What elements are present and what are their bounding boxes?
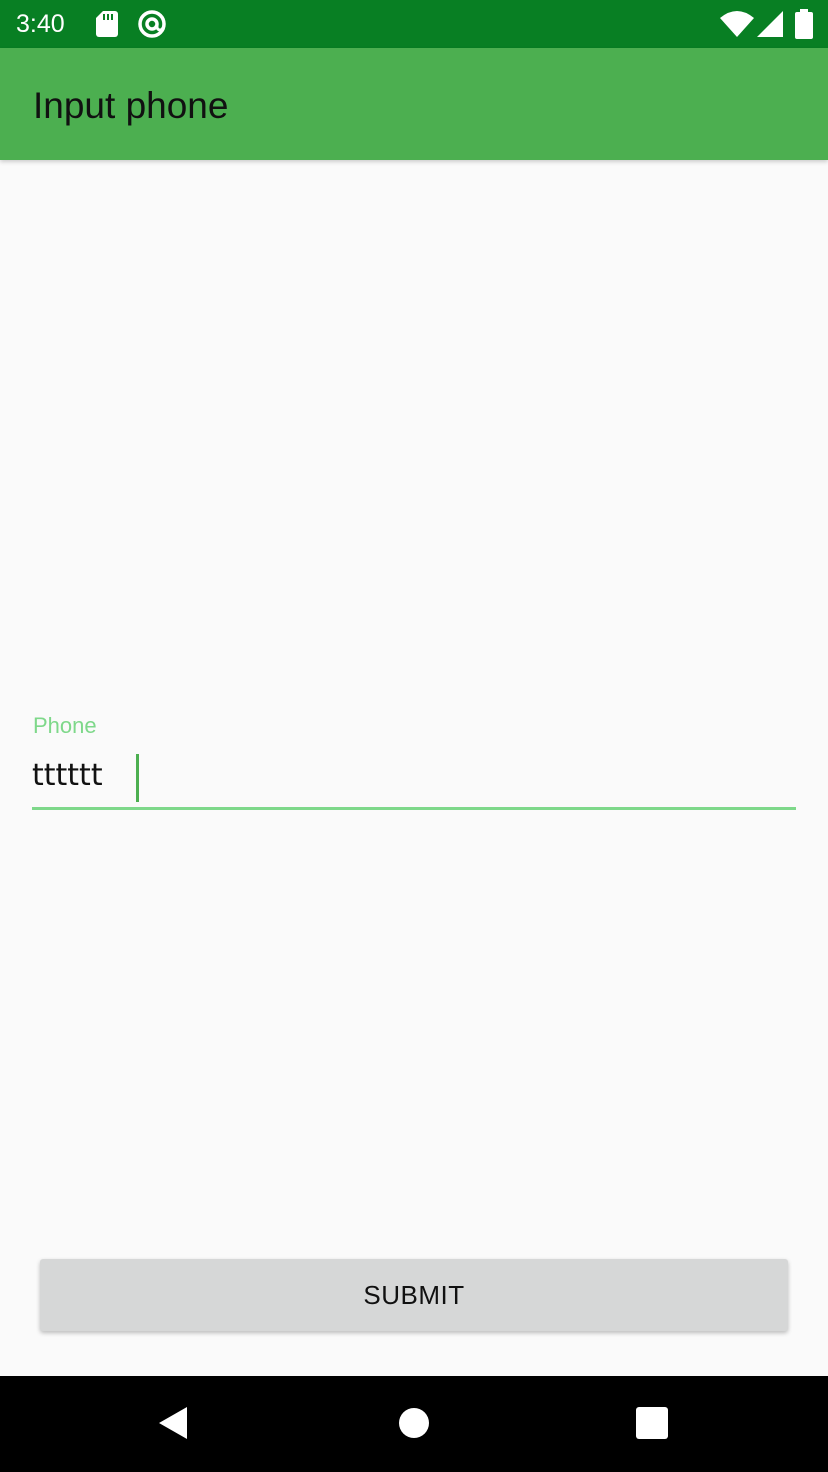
wifi-icon (720, 11, 754, 37)
app-bar: Input phone (0, 48, 828, 160)
page-title: Input phone (33, 85, 229, 126)
phone-input[interactable] (32, 750, 796, 807)
home-icon[interactable] (399, 1408, 429, 1438)
battery-icon (795, 9, 813, 39)
status-time: 3:40 (16, 10, 65, 38)
cell-signal-icon (757, 11, 783, 37)
submit-button[interactable]: SUBMIT (40, 1259, 788, 1331)
phone-field-label: Phone (33, 713, 97, 738)
recents-icon[interactable] (636, 1407, 668, 1439)
phone-field[interactable] (32, 750, 796, 810)
status-bar: 3:40 (0, 0, 828, 48)
text-cursor (136, 754, 139, 802)
at-sign-icon (138, 10, 166, 38)
back-icon[interactable] (155, 1405, 191, 1441)
sd-card-icon (96, 11, 118, 37)
